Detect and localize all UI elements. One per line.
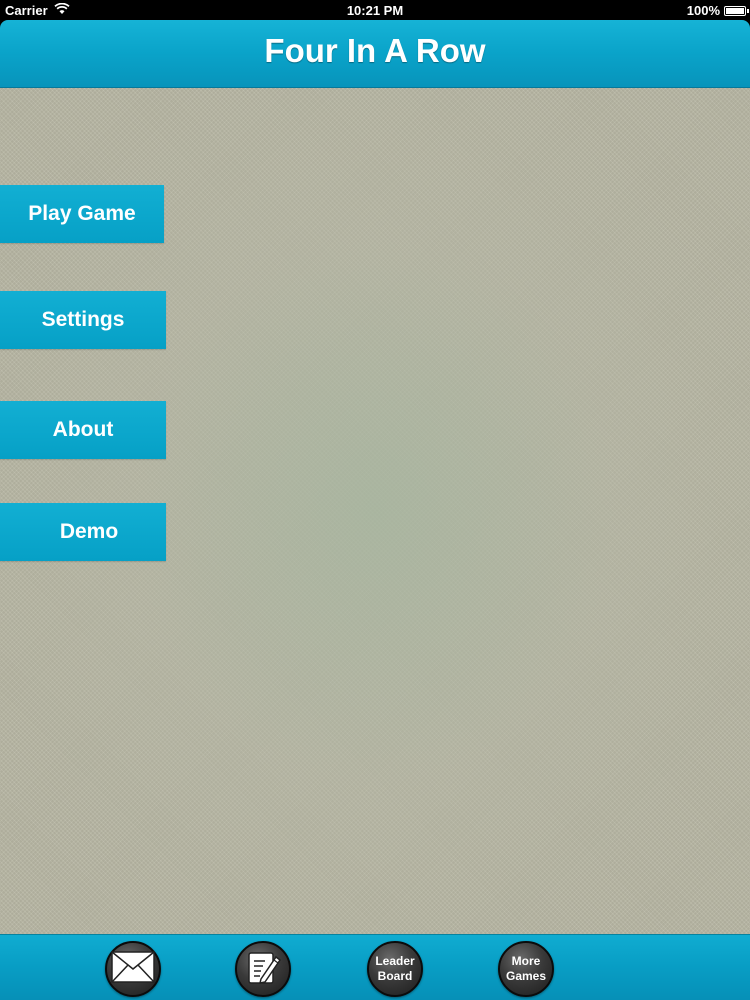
page-title: Four In A Row [264, 32, 486, 69]
status-right: 100% [686, 3, 749, 18]
more-games-button[interactable]: More Games [498, 941, 554, 997]
notes-button[interactable] [235, 941, 291, 997]
play-game-button[interactable]: Play Game [0, 185, 164, 243]
mail-icon [111, 950, 155, 988]
app-header: Four In A Row [0, 20, 750, 88]
leaderboard-button[interactable]: Leader Board [367, 941, 423, 997]
demo-button[interactable]: Demo [0, 503, 166, 561]
settings-button[interactable]: Settings [0, 291, 166, 349]
battery-icon [724, 5, 749, 16]
more-games-label: More Games [505, 954, 547, 983]
main-area: Play Game Settings About Demo [0, 88, 750, 934]
footer-toolbar: Leader Board More Games [0, 934, 750, 1000]
status-bar: Carrier 10:21 PM 100% [0, 0, 750, 20]
about-button[interactable]: About [0, 401, 166, 459]
status-time: 10:21 PM [346, 3, 404, 18]
leaderboard-label: Leader Board [375, 954, 415, 983]
battery-percent: 100% [686, 3, 720, 18]
mail-button[interactable] [105, 941, 161, 997]
notepad-pencil-icon [245, 948, 282, 991]
